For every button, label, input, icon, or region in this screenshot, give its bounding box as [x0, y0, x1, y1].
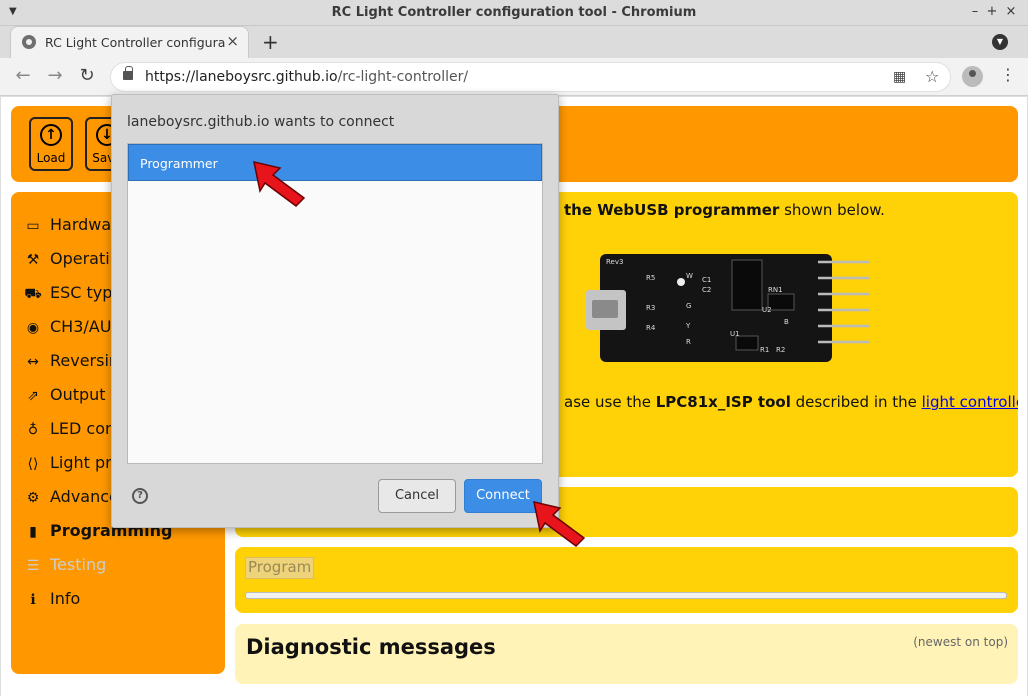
board-label: W: [686, 272, 693, 280]
new-tab-button[interactable]: +: [262, 30, 279, 54]
upload-icon: ↑: [40, 124, 62, 146]
cogs-icon: ⚙: [26, 490, 40, 506]
sidebar-item-label: Info: [50, 589, 81, 608]
tab-strip: RC Light Controller configuration tool ×…: [0, 26, 1028, 58]
board-label: R4: [646, 324, 656, 332]
toggle-icon: ◉: [26, 320, 40, 336]
diagnostics-panel: Diagnostic messages (newest on top): [235, 624, 1018, 684]
sidebar-item-esc-type[interactable]: ⛟ ESC type: [23, 283, 122, 307]
code-icon: ⟨⟩: [27, 456, 39, 472]
load-button[interactable]: ↑ Load: [29, 117, 73, 171]
lpc-isp-text: ase use the LPC81x_ISP tool described in…: [564, 393, 1018, 411]
diagnostics-note: (newest on top): [913, 635, 1008, 649]
pointer-arrow-icon: [253, 161, 306, 207]
close-window-button[interactable]: ×: [1002, 4, 1020, 19]
arrows-h-icon: ↔: [27, 354, 39, 370]
programmer-intro-text: the WebUSB programmer shown below.: [564, 201, 885, 219]
tab-search-icon[interactable]: ▼: [992, 34, 1008, 50]
program-progress-bar: [245, 592, 1007, 599]
usb-chooser-dialog: laneboysrc.github.io wants to connect Pr…: [111, 94, 559, 528]
light-controller-link[interactable]: light controller: [922, 393, 1018, 411]
board-label: RN1: [768, 286, 783, 294]
bookmark-star-icon[interactable]: ☆: [925, 67, 939, 86]
tab-close-button[interactable]: ×: [226, 32, 239, 50]
sliders-icon: ☰: [26, 558, 40, 574]
reload-icon[interactable]: ↻: [76, 65, 98, 86]
favicon-icon: [22, 35, 36, 49]
sidebar-item-testing: ☰ Testing: [23, 555, 107, 579]
board-label: C2: [702, 286, 711, 294]
help-icon[interactable]: ?: [132, 488, 148, 504]
lock-icon[interactable]: [123, 66, 133, 80]
hdd-icon: ▭: [26, 218, 40, 234]
sidebar-item-info[interactable]: ℹ Info: [23, 589, 80, 613]
browser-menu-icon[interactable]: ⋮: [1000, 65, 1016, 84]
lightbulb-icon: ♁: [27, 422, 39, 438]
info-icon: ℹ: [30, 592, 36, 608]
board-label: Y: [685, 322, 691, 330]
board-label: R3: [646, 304, 655, 312]
board-label: U2: [762, 306, 772, 314]
board-label: Rev3: [606, 258, 623, 266]
maximize-button[interactable]: +: [983, 4, 1001, 19]
microchip-icon: ▮: [29, 524, 37, 540]
minimize-button[interactable]: –: [966, 4, 984, 19]
cancel-button[interactable]: Cancel: [378, 479, 456, 513]
url-text[interactable]: https://laneboysrc.github.io/rc-light-co…: [145, 69, 468, 85]
window-title: RC Light Controller configuration tool -…: [331, 5, 697, 20]
car-icon: ⛟: [24, 286, 42, 302]
board-label: C1: [702, 276, 711, 284]
sidebar-item-ch3-aux[interactable]: ◉ CH3/AUX: [23, 317, 123, 341]
board-label: B: [784, 318, 789, 326]
wrench-icon: ⚒: [26, 252, 40, 268]
board-label: R: [686, 338, 691, 346]
program-button: Program: [245, 557, 315, 579]
profile-avatar-icon[interactable]: [962, 66, 983, 87]
qr-code-icon[interactable]: ▦: [893, 69, 906, 85]
board-label: R2: [776, 346, 785, 354]
program-panel: Program: [235, 547, 1018, 613]
board-label: G: [686, 302, 691, 310]
back-icon[interactable]: ←: [12, 65, 34, 86]
dialog-title: laneboysrc.github.io wants to connect: [127, 114, 395, 130]
webusb-programmer-image: Rev3 R5 R3 R4 C1 C2 RN1 U2 U1 R1 R2 W G …: [586, 254, 870, 362]
load-label: Load: [36, 151, 66, 165]
board-label: U1: [730, 330, 740, 338]
window-titlebar: ▼ RC Light Controller configuration tool…: [0, 0, 1028, 26]
forward-icon[interactable]: →: [44, 65, 66, 86]
address-bar[interactable]: https://laneboysrc.github.io/rc-light-co…: [110, 62, 951, 92]
pointer-arrow-icon: [533, 501, 586, 547]
device-item-programmer[interactable]: Programmer: [128, 144, 542, 181]
browser-tab[interactable]: RC Light Controller configuration tool ×: [10, 26, 249, 58]
diagnostics-title: Diagnostic messages: [246, 635, 496, 659]
board-label: R5: [646, 274, 655, 282]
device-list[interactable]: Programmer: [127, 143, 543, 464]
sidebar-item-label: Testing: [50, 555, 107, 574]
board-label: R1: [760, 346, 769, 354]
browser-toolbar: ← → ↻ https://laneboysrc.github.io/rc-li…: [0, 58, 1028, 96]
external-link-icon: ⇗: [27, 388, 39, 404]
tab-title: RC Light Controller configuration tool: [45, 35, 225, 50]
